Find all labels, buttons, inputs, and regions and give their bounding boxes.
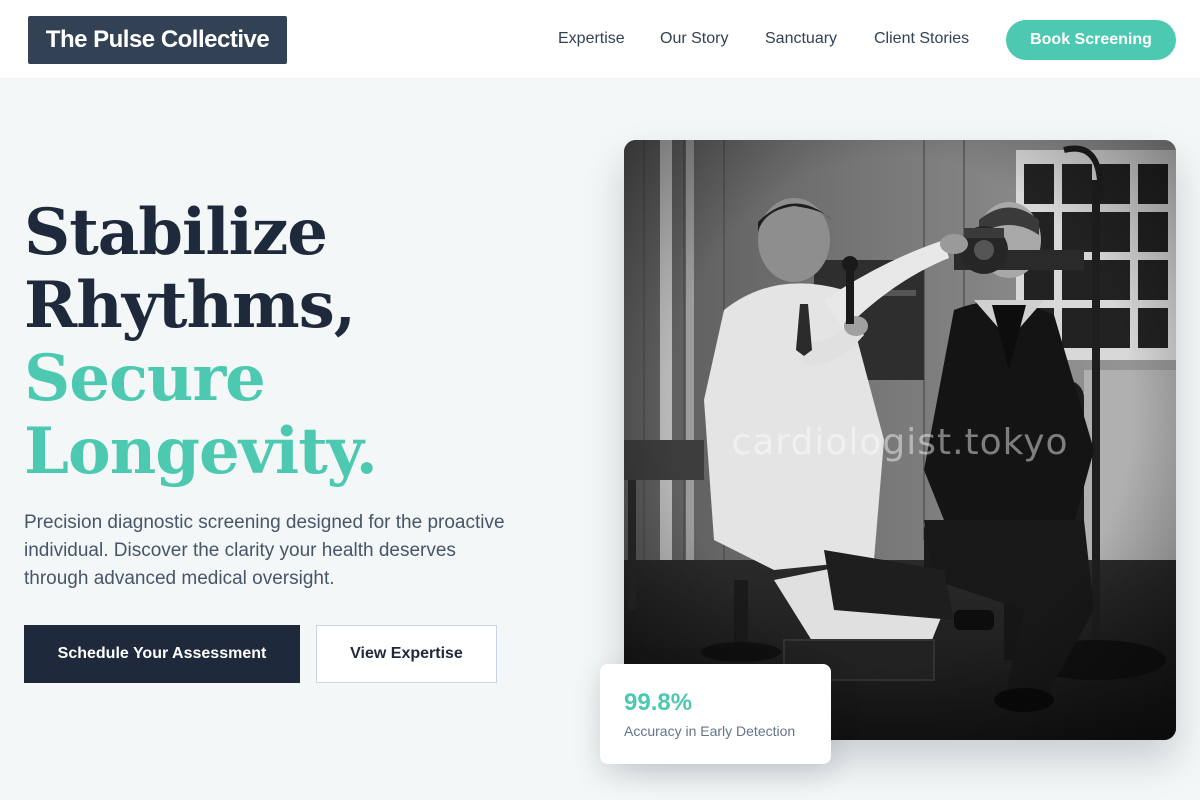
- headline-line-3: Secure: [24, 341, 266, 416]
- stat-card: 99.8% Accuracy in Early Detection: [600, 664, 831, 764]
- view-expertise-button[interactable]: View Expertise: [316, 625, 497, 683]
- stat-label: Accuracy in Early Detection: [624, 723, 796, 739]
- headline-line-2: Rhythms,: [24, 268, 356, 343]
- headline-line-1: Stabilize: [24, 195, 328, 270]
- headline-line-4: Longevity.: [24, 414, 378, 489]
- hero-photo: cardiologist.tokyo: [624, 140, 1176, 740]
- book-screening-button[interactable]: Book Screening: [1006, 20, 1176, 60]
- hero-photo-illustration: [624, 140, 1176, 740]
- nav-link-sanctuary[interactable]: Sanctuary: [765, 28, 837, 50]
- nav-link-expertise[interactable]: Expertise: [558, 28, 625, 50]
- stat-value: 99.8%: [624, 689, 693, 716]
- site-header: The Pulse Collective Expertise Our Story…: [0, 0, 1200, 79]
- nav-link-our-story[interactable]: Our Story: [660, 28, 728, 50]
- nav-link-client-stories[interactable]: Client Stories: [874, 28, 969, 50]
- schedule-assessment-button[interactable]: Schedule Your Assessment: [24, 625, 300, 683]
- hero-headline: Stabilize Rhythms, Secure Longevity.: [24, 195, 378, 489]
- hero-lead-text: Precision diagnostic screening designed …: [24, 512, 505, 589]
